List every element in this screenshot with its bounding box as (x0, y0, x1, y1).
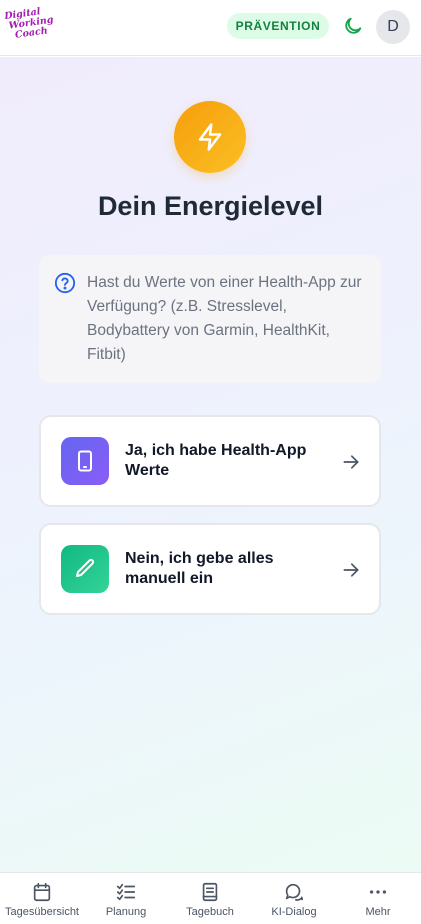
chat-icon (285, 883, 304, 901)
help-circle-icon (54, 272, 76, 294)
nav-label: Planung (105, 906, 147, 918)
energy-icon-badge (174, 101, 246, 173)
user-avatar[interactable]: D (376, 10, 410, 44)
main-content: Dein Energielevel Hast du Werte von eine… (0, 57, 421, 872)
nav-label: Mehr (365, 906, 391, 918)
app-logo[interactable]: Digital Working Coach (4, 6, 54, 46)
more-icon (369, 890, 387, 894)
option-icon-badge (61, 545, 109, 593)
moon-icon[interactable] (342, 15, 364, 37)
health-app-option[interactable]: Ja, ich habe Health-App Werte (39, 415, 381, 507)
manual-entry-option[interactable]: Nein, ich gebe alles manuell ein (39, 523, 381, 615)
nav-label: Tagebuch (186, 906, 234, 918)
nav-label: KI-Dialog (271, 906, 317, 918)
app-header: Digital Working Coach PRÄVENTION D (0, 0, 421, 56)
checklist-icon (116, 883, 136, 901)
info-text: Hast du Werte von einer Health-App zur V… (87, 274, 362, 363)
nav-item-planung[interactable]: Planung (84, 873, 168, 924)
info-box: Hast du Werte von einer Health-App zur V… (39, 255, 381, 383)
bottom-nav: Tagesübersicht Planung Tagebuch KI-Dialo… (0, 872, 421, 924)
nav-item-tagesuebersicht[interactable]: Tagesübersicht (0, 873, 84, 924)
option-label: Ja, ich habe Health-App Werte (125, 442, 307, 479)
pencil-icon (76, 558, 95, 577)
option-label: Nein, ich gebe alles manuell ein (125, 550, 274, 587)
nav-item-mehr[interactable]: Mehr (336, 873, 420, 924)
calendar-icon (33, 882, 51, 902)
arrow-right-icon (343, 563, 359, 577)
book-icon (202, 882, 218, 902)
nav-item-ki-dialog[interactable]: KI-Dialog (252, 873, 336, 924)
option-icon-badge (61, 437, 109, 485)
smartphone-icon (78, 450, 92, 472)
nav-label: Tagesübersicht (5, 906, 79, 918)
arrow-right-icon (343, 455, 359, 469)
page-title: Dein Energielevel (97, 191, 324, 221)
lightning-icon (198, 123, 222, 151)
prevention-badge: PRÄVENTION (227, 13, 329, 39)
nav-item-tagebuch[interactable]: Tagebuch (168, 873, 252, 924)
logo-line-3: Coach (14, 25, 49, 41)
